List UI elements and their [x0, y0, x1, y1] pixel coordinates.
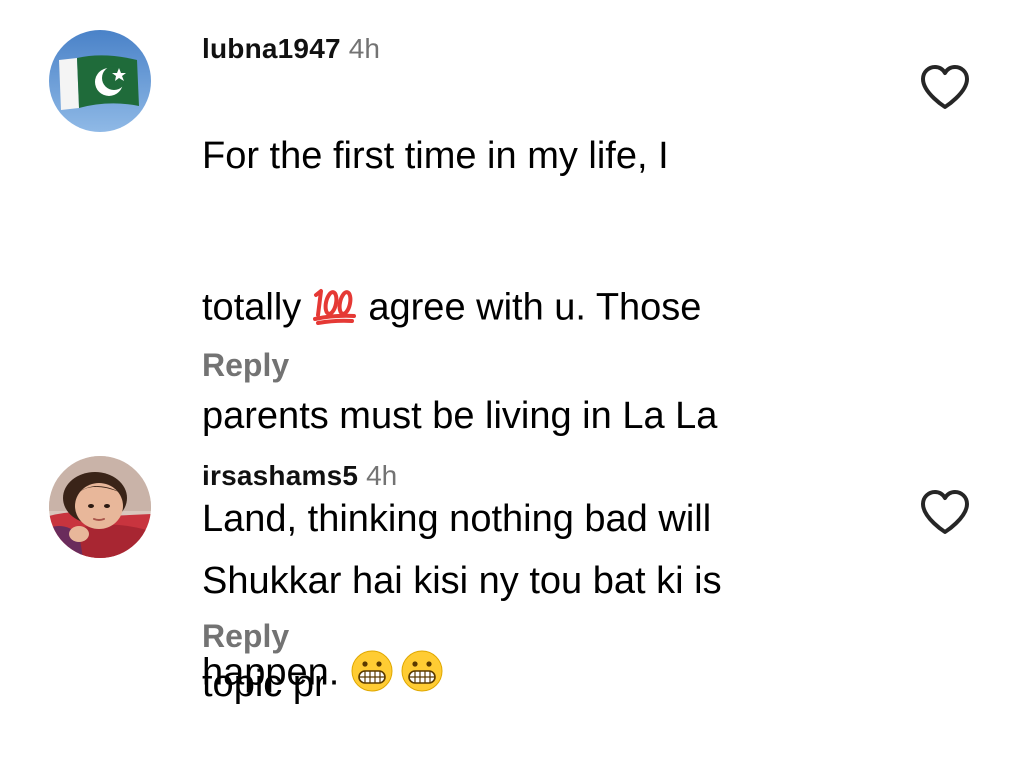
child-photo-avatar-icon: [49, 456, 151, 558]
comment-meta: irsashams5 4h: [202, 459, 397, 493]
like-button[interactable]: [919, 488, 971, 536]
avatar[interactable]: [49, 456, 151, 558]
heart-outline-icon: [921, 490, 969, 534]
comment-line: topic pr: [202, 662, 327, 705]
username[interactable]: irsashams5: [202, 460, 358, 491]
reply-button[interactable]: Reply: [202, 617, 289, 655]
comment-line: Shukkar hai kisi ny tou bat ki is: [202, 559, 722, 602]
timestamp: 4h: [366, 460, 398, 491]
comment-2: irsashams5 4h Shukkar hai kisi ny tou bat…: [0, 0, 1024, 705]
